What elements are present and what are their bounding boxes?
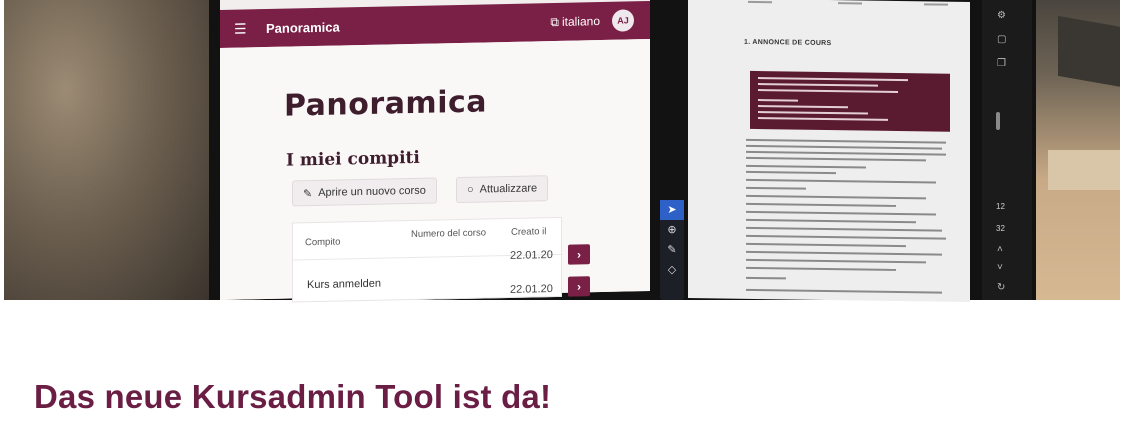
column-header-created: Creato il	[511, 226, 547, 238]
document-highlight-box	[750, 70, 950, 132]
new-course-button[interactable]: ✎ Aprire un nuovo corso	[292, 177, 437, 207]
rotate-icon[interactable]: ↻	[997, 282, 1005, 293]
eraser-icon[interactable]: ◇	[660, 260, 684, 280]
copy-icon[interactable]: ❐	[997, 58, 1006, 69]
language-label: italiano	[561, 14, 600, 29]
refresh-icon: ○	[467, 183, 474, 196]
cursor-icon[interactable]: ➤	[660, 200, 684, 220]
annotation-toolbar: ➤ ⊕ ✎ ◇	[660, 200, 684, 300]
page-title: Panoramica	[284, 84, 488, 124]
chevron-right-icon: ›	[577, 247, 581, 262]
desk-background-right	[1036, 0, 1120, 300]
document-heading: 1. ANNONCE DE COURS	[744, 38, 832, 48]
chevron-down-icon[interactable]: ˅	[997, 262, 1003, 273]
hamburger-menu-icon[interactable]: ☰	[234, 20, 254, 37]
pen-icon: ✎	[303, 187, 313, 200]
document-page: 1. ANNONCE DE COURS	[688, 0, 970, 302]
column-header-task: Compito	[305, 236, 341, 249]
avatar[interactable]: AJ	[612, 9, 634, 32]
refresh-button[interactable]: ○ Attualizzare	[456, 175, 549, 204]
settings-icon[interactable]: ⚙	[997, 10, 1006, 21]
desk-background-left	[4, 0, 209, 300]
viewer-side-toolbar: ⚙ ▢ ❐ 12 32 ˄ ˅ ↻	[982, 0, 1032, 300]
page-number: 12	[996, 202, 1005, 211]
chevron-right-icon: ›	[577, 279, 581, 294]
desk-object	[1058, 15, 1120, 89]
open-task-button[interactable]: ›	[568, 244, 590, 265]
language-selector[interactable]: ⧉ italiano	[550, 14, 600, 30]
page-count: 32	[996, 224, 1005, 233]
section-title: I miei compiti	[286, 147, 420, 171]
app-screen: ☰ Panoramica ⧉ italiano AJ Panoramica I …	[220, 0, 650, 303]
desk-shelf	[1048, 150, 1120, 190]
table-cell-date: 22.01.20	[510, 249, 553, 262]
chevron-up-icon[interactable]: ˄	[997, 244, 1003, 255]
article-headline: Das neue Kursadmin Tool ist da!	[34, 378, 552, 415]
comment-icon[interactable]: ▢	[997, 34, 1006, 45]
scroll-slider[interactable]	[996, 112, 1000, 130]
pen-tool-icon[interactable]: ✎	[660, 240, 684, 260]
new-course-label: Aprire un nuovo corso	[318, 184, 426, 199]
app-title: Panoramica	[266, 18, 340, 36]
table-cell-date: 22.01.20	[510, 283, 553, 296]
app-main-content: Panoramica I miei compiti ✎ Aprire un nu…	[220, 38, 650, 303]
table-cell-course: Kurs anmelden	[307, 277, 381, 292]
open-task-button[interactable]: ›	[568, 276, 590, 297]
column-header-course-number: Numero del corso	[411, 227, 486, 240]
refresh-label: Attualizzare	[479, 182, 538, 196]
translate-icon: ⧉	[550, 14, 559, 29]
zoom-icon[interactable]: ⊕	[660, 220, 684, 240]
